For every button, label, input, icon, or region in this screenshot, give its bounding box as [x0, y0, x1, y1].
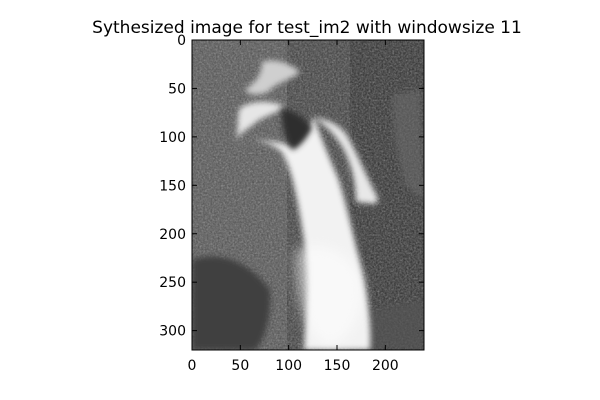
chart-title: Sythesized image for test_im2 with windo…	[92, 18, 522, 38]
x-tick-label: 50	[231, 358, 249, 374]
y-tick-label: 100	[159, 130, 186, 146]
x-tick-label: 100	[275, 358, 302, 374]
x-tick-label: 200	[372, 358, 399, 374]
x-tick-label: 150	[324, 358, 351, 374]
y-tick-label: 0	[177, 33, 186, 49]
y-tick-label: 200	[159, 227, 186, 243]
image-plot	[192, 40, 424, 350]
y-tick-label: 50	[168, 81, 186, 97]
x-tick-label: 0	[188, 358, 197, 374]
y-tick-label: 300	[159, 324, 186, 340]
y-tick-label: 150	[159, 178, 186, 194]
figure: Sythesized image for test_im2 with windo…	[92, 18, 522, 374]
y-tick-label: 250	[159, 275, 186, 291]
